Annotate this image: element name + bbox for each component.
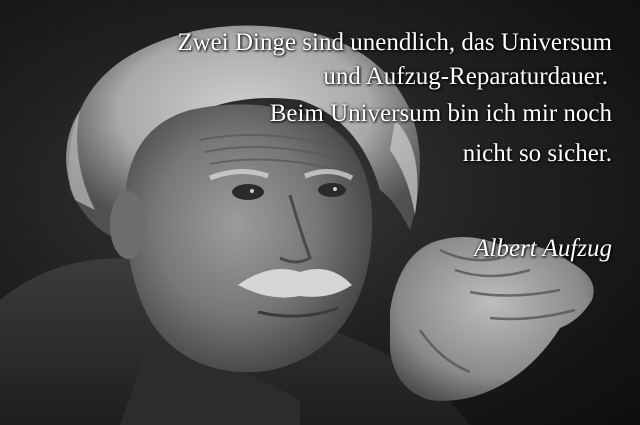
quote-line-2: und Aufzug-Reparaturdauer. — [323, 63, 608, 90]
right-eye — [318, 183, 346, 197]
quote-line-4: nicht so sicher. — [462, 140, 612, 167]
quote-line-3: Beim Universum bin ich mir noch — [269, 100, 612, 127]
quote-line-1: Zwei Dinge sind unendlich, das Universum — [177, 29, 612, 56]
left-eye — [232, 184, 264, 200]
quote-image: Zwei Dinge sind unendlich, das Universum… — [0, 0, 640, 425]
quote-author: Albert Aufzug — [474, 235, 612, 262]
face — [124, 104, 373, 373]
